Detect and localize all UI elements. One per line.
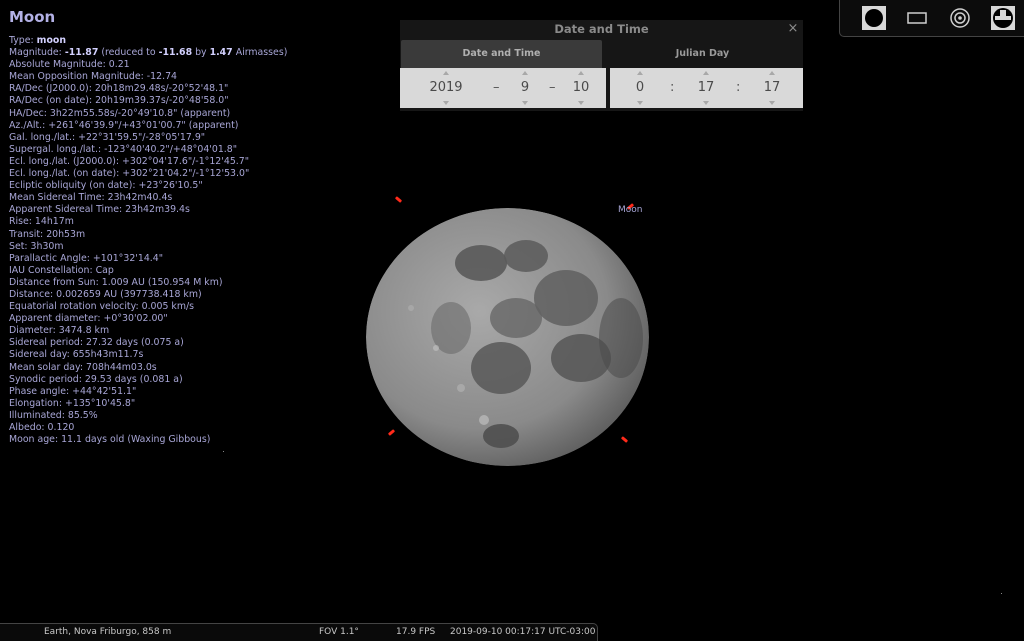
info-line: Supergal. long./lat.: -123°40'40.2"/+48°… bbox=[9, 143, 238, 155]
info-line: Mean Opposition Magnitude: -12.74 bbox=[9, 71, 177, 83]
moon-disc[interactable] bbox=[366, 208, 649, 466]
info-line: Phase angle: +44°42'51.1" bbox=[9, 385, 137, 397]
info-line: Gal. long./lat.: +22°31'59.5"/-28°05'17.… bbox=[9, 131, 206, 143]
spin-down-icon[interactable] bbox=[637, 101, 643, 105]
info-line: Moon age: 11.1 days old (Waxing Gibbous) bbox=[9, 434, 211, 446]
object-info-panel: Type: moon Magnitude: -11.87 (reduced to … bbox=[9, 35, 287, 446]
info-line: Set: 3h30m bbox=[9, 240, 64, 252]
info-line: Sidereal day: 655h43m11.7s bbox=[9, 349, 144, 361]
date-time-window: Date and Time × Date and Time Julian Day… bbox=[400, 20, 803, 111]
day-value: 10 bbox=[572, 80, 590, 95]
status-bar: Earth, Nova Friburgo, 858 m FOV 1.1° 17.… bbox=[0, 623, 598, 641]
close-icon[interactable]: × bbox=[786, 21, 800, 37]
date-panel: 2019 – 9 – 10 bbox=[400, 68, 606, 108]
hour-value: 0 bbox=[635, 80, 645, 95]
info-line: Distance from Sun: 1.009 AU (150.954 M k… bbox=[9, 276, 223, 288]
moon-filled-icon[interactable] bbox=[862, 6, 886, 30]
moon-image bbox=[366, 208, 649, 466]
spin-up-icon[interactable] bbox=[703, 71, 709, 75]
spin-up-icon[interactable] bbox=[578, 71, 584, 75]
info-line: Synodic period: 29.53 days (0.081 a) bbox=[9, 373, 183, 385]
info-line: Ecl. long./lat. (J2000.0): +302°04'17.6"… bbox=[9, 155, 250, 167]
selection-marker-top-left bbox=[394, 196, 403, 203]
spin-up-icon[interactable] bbox=[769, 71, 775, 75]
info-line: Az./Alt.: +261°46'39.9"/+43°01'00.7" (ap… bbox=[9, 119, 239, 131]
date-separator: – bbox=[493, 80, 500, 95]
info-line: Ecliptic obliquity (on date): +23°26'10.… bbox=[9, 180, 203, 192]
date-separator: – bbox=[549, 80, 556, 95]
fov-text: FOV 1.1° bbox=[319, 627, 359, 637]
window-title: Date and Time bbox=[554, 22, 649, 36]
info-line: Transit: 20h53m bbox=[9, 228, 86, 240]
rectangle-icon[interactable] bbox=[905, 6, 929, 30]
equatorial-mount-icon[interactable] bbox=[991, 6, 1015, 30]
tab-julian-day[interactable]: Julian Day bbox=[602, 40, 803, 68]
spin-up-icon[interactable] bbox=[443, 71, 449, 75]
hour-spinbox[interactable]: 0 bbox=[630, 68, 650, 108]
year-value: 2019 bbox=[429, 80, 463, 95]
target-circle-icon[interactable] bbox=[948, 6, 972, 30]
month-spinbox[interactable]: 9 bbox=[513, 68, 537, 108]
info-line: Mean solar day: 708h44m03.0s bbox=[9, 361, 157, 373]
time-separator: : bbox=[670, 80, 675, 95]
second-value: 17 bbox=[763, 80, 781, 95]
tab-date-and-time[interactable]: Date and Time bbox=[401, 40, 602, 68]
time-separator: : bbox=[736, 80, 741, 95]
spin-down-icon[interactable] bbox=[443, 101, 449, 105]
info-line: Elongation: +135°10'45.8" bbox=[9, 397, 136, 409]
star bbox=[1001, 593, 1002, 594]
info-line: Parallactic Angle: +101°32'14.4" bbox=[9, 252, 164, 264]
info-line: IAU Constellation: Cap bbox=[9, 264, 114, 276]
info-line: Type: moon bbox=[9, 35, 66, 46]
info-line: Ecl. long./lat. (on date): +302°21'04.2"… bbox=[9, 168, 250, 180]
day-spinbox[interactable]: 10 bbox=[566, 68, 596, 108]
fps-text: 17.9 FPS bbox=[396, 627, 436, 637]
info-line: RA/Dec (J2000.0): 20h18m29.48s/-20°52'48… bbox=[9, 83, 229, 95]
moon-label: Moon bbox=[618, 205, 643, 215]
location-text[interactable]: Earth, Nova Friburgo, 858 m bbox=[44, 624, 171, 641]
datetime-text[interactable]: 2019-09-10 00:17:17 UTC-03:00 bbox=[450, 624, 595, 641]
time-panel: 0 : 17 : 17 bbox=[610, 68, 803, 108]
year-spinbox[interactable]: 2019 bbox=[422, 68, 470, 108]
info-line: HA/Dec: 3h22m55.58s/-20°49'10.8" (appare… bbox=[9, 107, 231, 119]
spin-down-icon[interactable] bbox=[703, 101, 709, 105]
spin-up-icon[interactable] bbox=[637, 71, 643, 75]
info-line: Rise: 14h17m bbox=[9, 216, 74, 228]
spin-down-icon[interactable] bbox=[769, 101, 775, 105]
info-line: RA/Dec (on date): 20h19m39.37s/-20°48'58… bbox=[9, 95, 229, 107]
object-title: Moon bbox=[9, 8, 56, 26]
info-line: Diameter: 3474.8 km bbox=[9, 325, 110, 337]
info-line: Apparent Sidereal Time: 23h42m39.4s bbox=[9, 204, 190, 216]
second-spinbox[interactable]: 17 bbox=[758, 68, 786, 108]
info-line: Sidereal period: 27.32 days (0.075 a) bbox=[9, 337, 184, 349]
minute-value: 17 bbox=[697, 80, 715, 95]
info-line: Equatorial rotation velocity: 0.005 km/s bbox=[9, 301, 195, 313]
spin-down-icon[interactable] bbox=[522, 101, 528, 105]
info-line: Magnitude: -11.87 (reduced to -11.68 by … bbox=[9, 47, 288, 59]
info-line: Distance: 0.002659 AU (397738.418 km) bbox=[9, 288, 202, 300]
star bbox=[223, 451, 224, 452]
info-line: Absolute Magnitude: 0.21 bbox=[9, 59, 130, 71]
info-line: Mean Sidereal Time: 23h42m40.4s bbox=[9, 192, 173, 204]
info-line: Albedo: 0.120 bbox=[9, 422, 75, 433]
spin-up-icon[interactable] bbox=[522, 71, 528, 75]
info-line: Illuminated: 85.5% bbox=[9, 409, 98, 421]
minute-spinbox[interactable]: 17 bbox=[692, 68, 720, 108]
info-line: Apparent diameter: +0°30'02.00" bbox=[9, 313, 168, 325]
month-value: 9 bbox=[520, 80, 530, 95]
top-toolbar bbox=[839, 0, 1024, 37]
spin-down-icon[interactable] bbox=[578, 101, 584, 105]
